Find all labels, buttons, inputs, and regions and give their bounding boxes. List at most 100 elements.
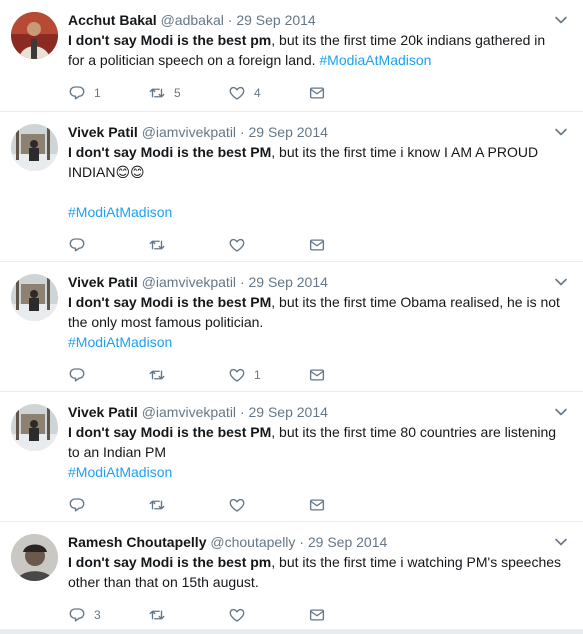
tweet-text: I don't say Modi is the best PM, but its… [68, 142, 571, 182]
reply-button[interactable]: 1 [68, 84, 148, 102]
display-name[interactable]: Vivek Patil [68, 274, 138, 290]
tweet-header: Vivek Patil @iamvivekpatil · 29 Sep 2014 [68, 122, 571, 142]
avatar[interactable] [11, 124, 58, 171]
tweet-actions [68, 226, 571, 264]
tweet-header: Acchut Bakal @adbakal · 29 Sep 2014 [68, 10, 571, 30]
retweet-icon [149, 610, 165, 620]
tweet-text-hashtag-line: #ModiAtMadison [68, 202, 571, 222]
tweet[interactable]: Vivek Patil @iamvivekpatil · 29 Sep 2014… [0, 392, 583, 522]
avatar[interactable] [11, 12, 58, 59]
envelope-icon [309, 239, 325, 251]
heart-icon [229, 608, 245, 622]
display-name[interactable]: Vivek Patil [68, 124, 138, 140]
like-button[interactable]: 4 [228, 84, 308, 102]
envelope-icon [309, 499, 325, 511]
hashtag-link[interactable]: #ModiAtMadison [68, 204, 172, 220]
tweet-header: Vivek Patil @iamvivekpatil · 29 Sep 2014 [68, 402, 571, 422]
user-handle[interactable]: @iamvivekpatil [142, 404, 236, 420]
timeline: Acchut Bakal @adbakal · 29 Sep 2014 I do… [0, 0, 583, 630]
timestamp[interactable]: 29 Sep 2014 [249, 274, 328, 290]
hashtag-link[interactable]: #ModiAtMadison [68, 464, 172, 480]
direct-message-button[interactable] [308, 84, 388, 102]
separator: · [239, 124, 245, 140]
avatar[interactable] [11, 404, 58, 451]
display-name[interactable]: Ramesh Choutapelly [68, 534, 206, 550]
reply-button[interactable] [68, 366, 148, 384]
user-handle[interactable]: @iamvivekpatil [142, 274, 236, 290]
separator: · [239, 404, 245, 420]
direct-message-button[interactable] [308, 236, 388, 254]
envelope-icon [309, 609, 325, 621]
like-button[interactable]: 1 [228, 366, 308, 384]
chevron-down-icon[interactable] [553, 124, 569, 140]
user-handle[interactable]: @adbakal [161, 12, 224, 28]
retweet-button[interactable] [148, 366, 228, 384]
tweet-text: I don't say Modi is the best PM, but its… [68, 422, 571, 482]
hashtag-link[interactable]: #ModiAtMadison [68, 334, 172, 350]
tweet-actions [68, 486, 571, 524]
retweet-button[interactable] [148, 236, 228, 254]
tweet[interactable]: Acchut Bakal @adbakal · 29 Sep 2014 I do… [0, 0, 583, 112]
reply-count: 3 [94, 608, 101, 622]
heart-icon [229, 368, 245, 382]
timestamp[interactable]: 29 Sep 2014 [249, 124, 328, 140]
tweet-bold-text: I don't say Modi is the best PM [68, 144, 272, 160]
chevron-down-icon[interactable] [553, 534, 569, 550]
heart-icon [229, 86, 245, 100]
timestamp[interactable]: 29 Sep 2014 [249, 404, 328, 420]
tweet-actions: 1 [68, 356, 571, 394]
retweet-count: 5 [174, 86, 181, 100]
separator: · [239, 274, 245, 290]
tweet-text: I don't say Modi is the best pm, but its… [68, 30, 571, 70]
avatar[interactable] [11, 534, 58, 581]
user-handle[interactable]: @choutapelly [210, 534, 295, 550]
chevron-down-icon[interactable] [553, 404, 569, 420]
retweet-icon [149, 500, 165, 510]
separator: · [299, 534, 304, 550]
retweet-icon [149, 370, 165, 380]
tweet-actions: 1 5 4 [68, 74, 571, 112]
reply-icon [69, 238, 85, 252]
heart-icon [229, 238, 245, 252]
reply-button[interactable] [68, 496, 148, 514]
reply-count: 1 [94, 86, 101, 100]
like-button[interactable] [228, 236, 308, 254]
smiling-emoji: 😊😊 [115, 164, 145, 180]
direct-message-button[interactable] [308, 366, 388, 384]
envelope-icon [309, 87, 325, 99]
like-count: 1 [254, 368, 261, 382]
retweet-button[interactable] [148, 606, 228, 624]
direct-message-button[interactable] [308, 496, 388, 514]
tweet-bold-text: I don't say Modi is the best pm [68, 554, 272, 570]
tweet-actions: 3 [68, 596, 571, 634]
display-name[interactable]: Acchut Bakal [68, 12, 157, 28]
avatar[interactable] [11, 274, 58, 321]
timestamp[interactable]: 29 Sep 2014 [236, 12, 315, 28]
like-button[interactable] [228, 606, 308, 624]
tweet[interactable]: Ramesh Choutapelly @choutapelly · 29 Sep… [0, 522, 583, 630]
tweet[interactable]: Vivek Patil @iamvivekpatil · 29 Sep 2014… [0, 112, 583, 262]
tweet[interactable]: Vivek Patil @iamvivekpatil · 29 Sep 2014… [0, 262, 583, 392]
user-handle[interactable]: @iamvivekpatil [142, 124, 236, 140]
timestamp[interactable]: 29 Sep 2014 [308, 534, 387, 550]
envelope-icon [309, 369, 325, 381]
tweet-bold-text: I don't say Modi is the best PM [68, 294, 272, 310]
retweet-icon [149, 88, 165, 98]
tweet-text: I don't say Modi is the best pm, but its… [68, 552, 571, 592]
tweet-text: I don't say Modi is the best PM, but its… [68, 292, 571, 352]
chevron-down-icon[interactable] [553, 12, 569, 28]
hashtag-link[interactable]: #ModiaAtMadison [319, 52, 431, 68]
like-button[interactable] [228, 496, 308, 514]
direct-message-button[interactable] [308, 606, 388, 624]
retweet-button[interactable] [148, 496, 228, 514]
reply-button[interactable] [68, 236, 148, 254]
heart-icon [229, 498, 245, 512]
reply-button[interactable]: 3 [68, 606, 148, 624]
reply-icon [69, 608, 85, 622]
retweet-icon [149, 240, 165, 250]
reply-icon [69, 86, 85, 100]
tweet-bold-text: I don't say Modi is the best PM [68, 424, 272, 440]
retweet-button[interactable]: 5 [148, 84, 228, 102]
chevron-down-icon[interactable] [553, 274, 569, 290]
display-name[interactable]: Vivek Patil [68, 404, 138, 420]
